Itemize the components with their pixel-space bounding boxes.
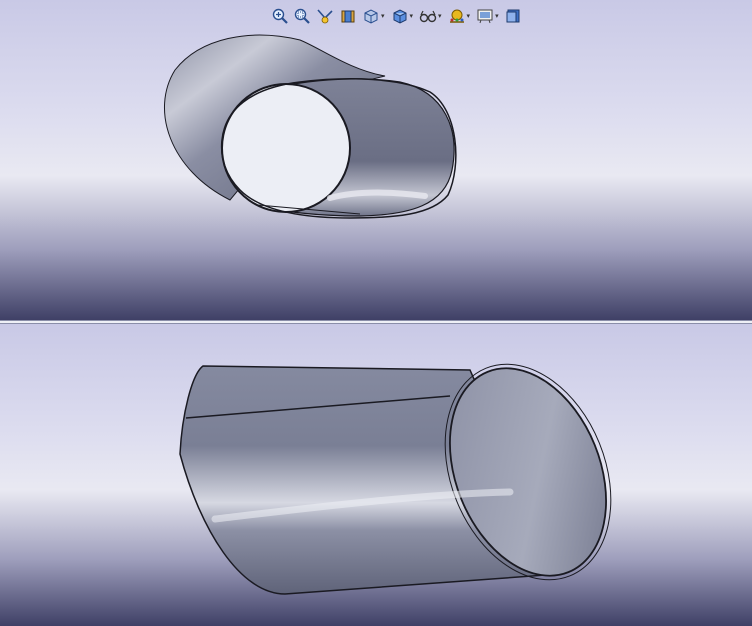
apply-scene-icon [477,9,493,24]
display-style-button[interactable]: ▾ [389,5,416,27]
chevron-down-icon: ▾ [466,12,471,20]
view-settings-button[interactable] [503,5,523,27]
chevron-down-icon: ▾ [438,12,442,20]
chevron-down-icon: ▾ [495,12,499,20]
zoom-to-area-icon [294,8,310,24]
chevron-down-icon: ▾ [381,12,385,20]
zoom-to-area-button[interactable] [292,5,312,27]
edit-appearance-button[interactable]: ▾ [446,5,473,27]
section-view-button[interactable] [338,5,358,27]
view-settings-icon [506,9,520,23]
previous-view-button[interactable] [314,5,336,27]
hide-show-items-icon [419,10,437,23]
hide-show-items-button[interactable]: ▾ [417,5,444,27]
oblique-tube-model-side-view[interactable] [0,324,752,626]
graphics-viewport-top[interactable]: ▾ ▾ ▾ ▾ ▾ [0,0,752,320]
previous-view-icon [317,9,333,24]
section-view-icon [341,10,355,23]
view-orientation-button[interactable]: ▾ [360,5,387,27]
edit-appearance-icon [449,9,464,23]
view-orientation-icon [364,9,378,24]
heads-up-view-toolbar: ▾ ▾ ▾ ▾ ▾ [270,4,523,28]
apply-scene-button[interactable]: ▾ [474,5,501,27]
chevron-down-icon: ▾ [409,12,414,20]
display-style-icon [393,9,407,24]
oblique-tube-model-top-view[interactable] [0,0,752,320]
graphics-viewport-bottom[interactable] [0,324,752,626]
zoom-to-fit-button[interactable] [270,5,290,27]
zoom-to-fit-icon [272,8,288,24]
